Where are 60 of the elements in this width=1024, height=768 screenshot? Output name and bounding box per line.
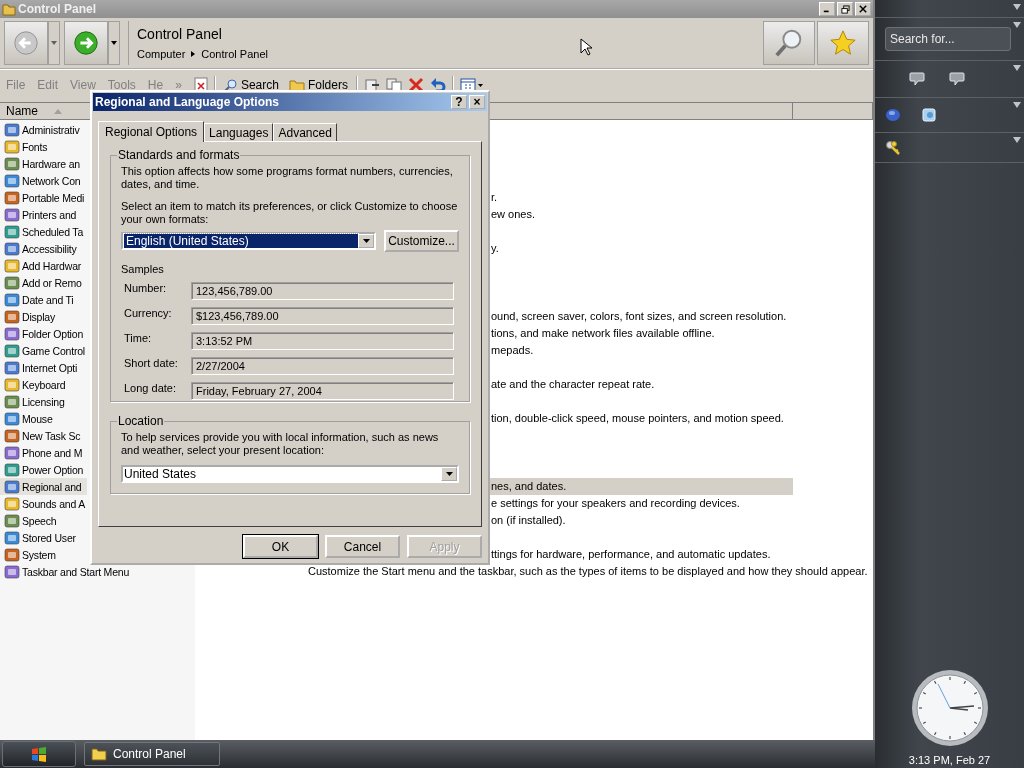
item-name: Mouse — [22, 412, 53, 425]
item-description: e settings for your speakers and recording devices. — [490, 496, 741, 511]
sample-label: Number: — [124, 282, 168, 294]
item-description: r. — [490, 190, 499, 205]
item-name: Administrativ — [22, 123, 80, 136]
item-description: nes, and dates. — [490, 478, 793, 495]
clock-caption: 3:13 PM, Feb 27 — [908, 754, 991, 766]
group-title: Standards and formats — [117, 148, 241, 162]
item-name: Internet Opti — [22, 361, 78, 374]
item-name: Portable Medi — [22, 191, 85, 204]
instruction-text: Select an item to match its preferences, or click Customize to choose your own formats: — [121, 200, 459, 226]
description-text: This option affects how some programs format numbers, currencies, dates, and time. — [121, 165, 454, 191]
sample-field: 123,456,789.00 — [191, 282, 454, 300]
sample-label: Short date: — [124, 357, 179, 369]
item-name: Licensing — [22, 395, 65, 408]
item-description: tions, and make network files available offline. — [490, 326, 716, 341]
item-description: y. — [490, 241, 500, 256]
item-description: tion, double-click speed, mouse pointers, and motion speed. — [490, 411, 785, 426]
item-name: Game Control — [22, 344, 85, 357]
item-description: ttings for hardware, performance, and automatic updates. — [490, 547, 772, 562]
item-name: System — [22, 548, 56, 561]
item-name: Regional and — [22, 480, 82, 493]
item-name: Display — [22, 310, 56, 323]
item-name: Keyboard — [22, 378, 66, 391]
item-name: Sounds and A — [22, 497, 85, 510]
item-name: New Task Sc — [22, 429, 81, 442]
item-name: Printers and — [22, 208, 77, 221]
item-name: Power Option — [22, 463, 84, 476]
item-description: on (if installed). — [490, 513, 567, 528]
item-name: Accessibility — [22, 242, 77, 255]
item-name: Date and Ti — [22, 293, 74, 306]
sample-field: 2/27/2004 — [191, 357, 454, 375]
sample-label: Time: — [124, 332, 153, 344]
window-title: Control Panel — [18, 2, 96, 16]
item-name: Taskbar and Start Menu — [22, 565, 130, 578]
location-title: Control Panel — [137, 26, 223, 42]
item-name: Phone and M — [22, 446, 83, 459]
sample-label: Long date: — [124, 382, 177, 394]
samples-heading: Samples — [121, 263, 165, 275]
sample-field: 3:13:52 PM — [191, 332, 454, 350]
group-title: Location — [117, 414, 165, 428]
item-name: Folder Option — [22, 327, 83, 340]
sample-field: $123,456,789.00 — [191, 307, 454, 325]
item-description: ound, screen saver, colors, font sizes, and screen resolution. — [490, 309, 788, 324]
item-name: Fonts — [22, 140, 48, 153]
item-name: Speech — [22, 514, 57, 527]
sample-label: Currency: — [124, 307, 173, 319]
item-name: Network Con — [22, 174, 81, 187]
dialog-title: Regional and Language Options — [95, 95, 279, 109]
item-name: Add Hardwar — [22, 259, 82, 272]
item-name: Stored User — [22, 531, 76, 544]
item-name: Hardware an — [22, 157, 80, 170]
item-description: Customize the Start menu and the taskbar, such as the types of items to be displayed and how they should appear. — [307, 564, 868, 579]
instruction-text: To help services provide you with local information, such as news and weather, select your present location: — [121, 431, 440, 457]
sample-field: Friday, February 27, 2004 — [191, 382, 454, 400]
item-description: ate and the character repeat rate. — [490, 377, 656, 392]
item-name: Add or Remo — [22, 276, 82, 289]
item-name: Scheduled Ta — [22, 225, 84, 238]
item-description: mepads. — [490, 343, 535, 358]
item-description: ew ones. — [490, 207, 537, 222]
